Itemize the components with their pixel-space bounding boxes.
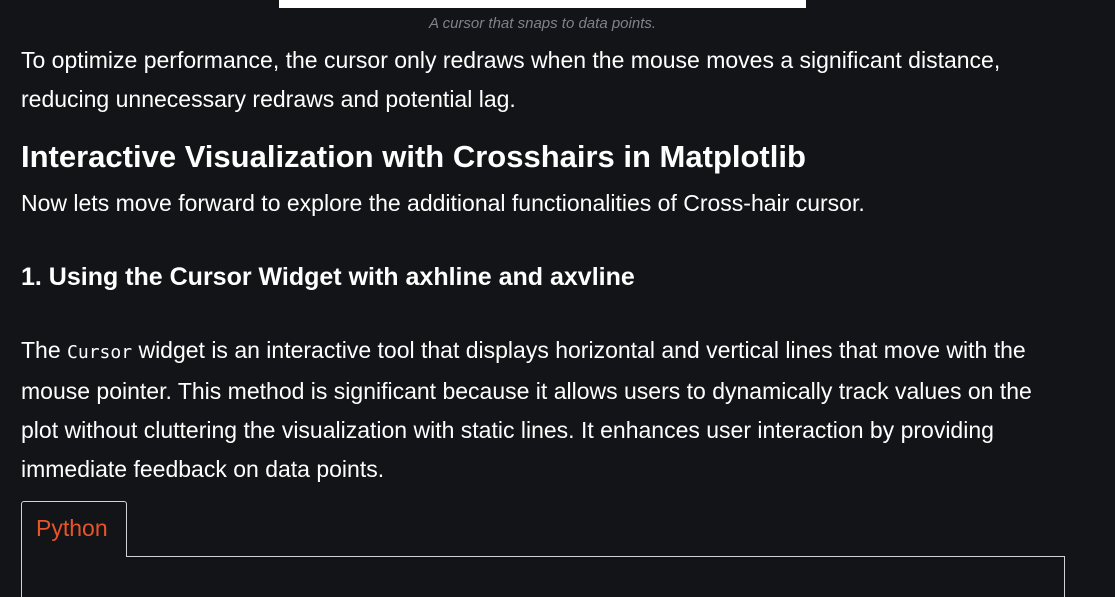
paragraph-intro: Now lets move forward to explore the add… <box>21 190 865 216</box>
tab-border-gap <box>22 555 126 558</box>
figure-image <box>279 0 806 8</box>
paragraph-lead-text: The <box>21 337 68 363</box>
paragraph-tail-text: widget is an interactive tool that displ… <box>21 337 1032 482</box>
subsection-heading: 1. Using the Cursor Widget with axhline … <box>21 263 635 291</box>
code-block-panel <box>21 556 1065 597</box>
inline-code-cursor: Cursor <box>67 342 133 363</box>
code-tab-label: Python <box>36 515 108 541</box>
paragraph-cursor-widget: The Cursor widget is an interactive tool… <box>21 331 1071 489</box>
code-tab-python[interactable]: Python <box>21 501 127 557</box>
section-heading: Interactive Visualization with Crosshair… <box>21 139 806 174</box>
paragraph-redraw-performance: To optimize performance, the cursor only… <box>21 47 1001 112</box>
figure-caption: A cursor that snaps to data points. <box>428 15 657 32</box>
